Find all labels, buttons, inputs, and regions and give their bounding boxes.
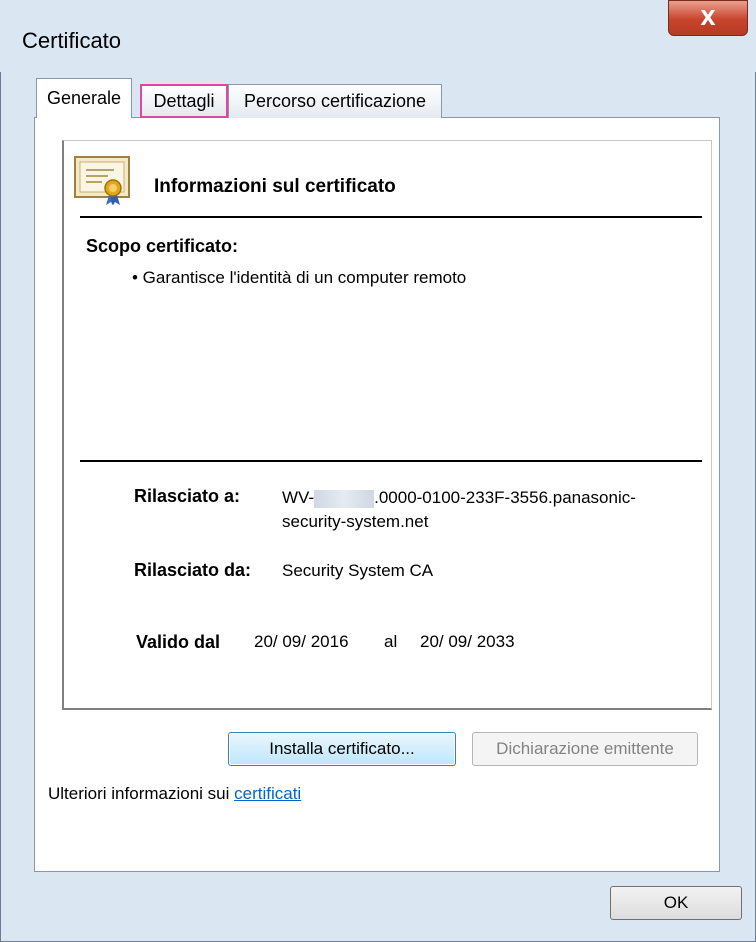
close-icon: X <box>700 6 716 30</box>
valid-to-separator: al <box>384 632 398 651</box>
tab-label: Generale <box>46 88 122 108</box>
tab-percorso-certificazione[interactable]: Percorso certificazione <box>228 84 442 118</box>
tab-dettagli[interactable]: Dettagli <box>140 84 228 118</box>
tab-generale[interactable]: Generale <box>36 78 132 118</box>
close-button[interactable]: X <box>668 0 748 36</box>
certificates-link[interactable]: certificati <box>234 784 301 803</box>
tab-label: Dettagli <box>153 90 215 111</box>
divider <box>80 460 702 462</box>
scope-item: • Garantisce l'identità di un computer r… <box>132 268 467 287</box>
more-info-label: Ulteriori informazioni sui <box>48 784 235 803</box>
issued-to-label: Rilasciato a: <box>134 486 241 506</box>
valid-from-date: 20/ 09/ 2016 <box>254 632 349 651</box>
ok-button[interactable]: OK <box>610 886 742 920</box>
divider <box>80 216 702 218</box>
tab-label: Percorso certificazione <box>243 91 427 111</box>
window-title: Certificato <box>22 28 122 53</box>
issued-to-suffix: .0000-0100-233F-3556.panasonic- <box>374 488 636 507</box>
scope-heading: Scopo certificato: <box>86 236 239 256</box>
issued-to-prefix: WV- <box>282 488 315 507</box>
more-info-text: Ulteriori informazioni sui certificati <box>48 784 301 804</box>
valid-to-date: 20/ 09/ 2033 <box>420 632 515 651</box>
redacted-region <box>314 489 375 508</box>
issued-to-value: WV- .0000-0100-233F-3556.panasonic- secur… <box>282 486 702 534</box>
install-certificate-button[interactable]: Installa certificato... <box>228 732 456 766</box>
certificate-info-box <box>62 140 712 710</box>
info-heading: Informazioni sul certificato <box>154 176 396 197</box>
valid-from-label: Valido dal <box>136 632 221 652</box>
issued-to-line2: security-system.net <box>282 512 429 531</box>
issuer-statement-button[interactable]: Dichiarazione emittente <box>472 732 698 766</box>
certificate-icon <box>74 156 130 205</box>
issued-by-value: Security System CA <box>282 561 434 580</box>
issued-by-label: Rilasciato da: <box>134 560 252 580</box>
